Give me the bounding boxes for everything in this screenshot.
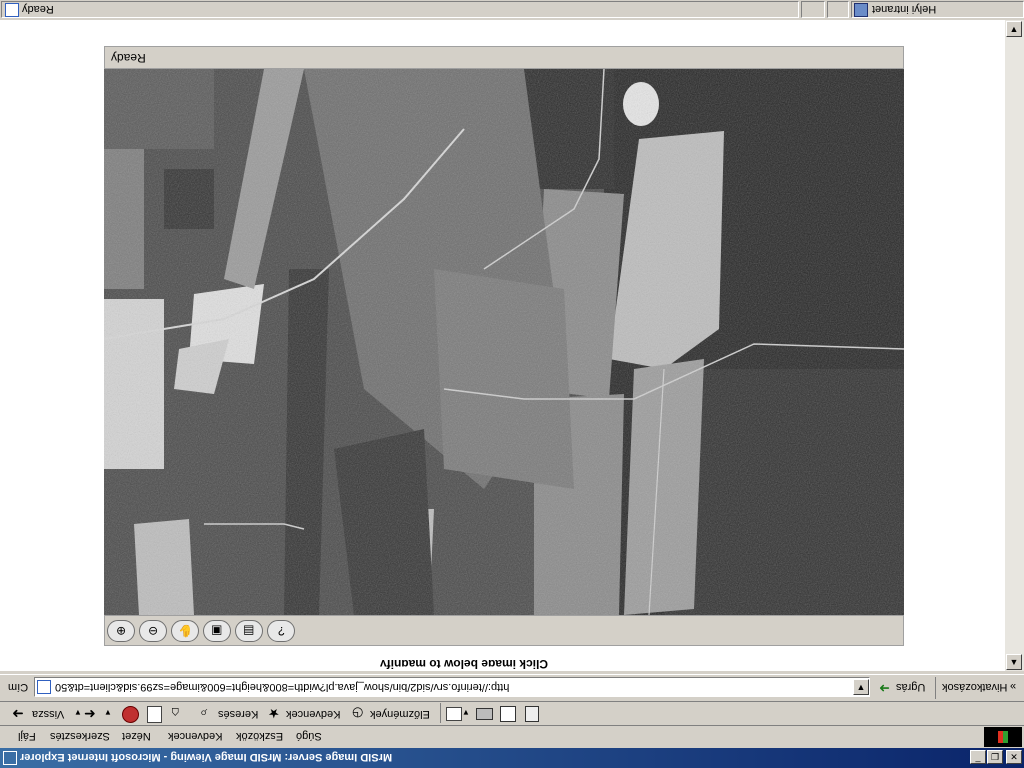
stop-button[interactable] bbox=[122, 705, 140, 723]
edit-button[interactable] bbox=[500, 705, 518, 723]
windows-flag-icon bbox=[998, 731, 1008, 743]
divider bbox=[935, 677, 936, 699]
address-input[interactable]: http://terinfo.srv/sid2/bin/show_java.pl… bbox=[34, 677, 870, 697]
page-caption-clip: Click image below to magnify bbox=[380, 660, 640, 671]
hand-icon: ✋ bbox=[177, 624, 193, 638]
window-icon: ▣ bbox=[211, 624, 223, 638]
go-label: Ugrás bbox=[896, 681, 926, 693]
ie-icon bbox=[3, 751, 17, 765]
status-text-cell: Ready bbox=[1, 1, 799, 18]
status-cell-1 bbox=[801, 1, 825, 18]
back-label: Vissza bbox=[32, 708, 65, 720]
back-button[interactable]: ➜ Vissza ▼ bbox=[10, 705, 90, 723]
zone-text: Helyi intranet bbox=[872, 3, 937, 15]
applet-status-text: Ready bbox=[111, 51, 146, 65]
history-icon: ◷ bbox=[352, 706, 364, 721]
scroll-up-button[interactable]: ▼ bbox=[1006, 654, 1022, 670]
magnifier-plus-icon: ⊕ bbox=[115, 624, 127, 638]
page-icon bbox=[5, 3, 19, 17]
address-label: Cím bbox=[8, 681, 29, 693]
zone-cell: Helyi intranet bbox=[851, 1, 1024, 18]
history-label: Előzmények bbox=[370, 708, 430, 720]
close-button[interactable]: ✕ bbox=[1006, 750, 1022, 764]
favorites-icon: ★ bbox=[268, 706, 280, 721]
title-bar[interactable]: MrSID Image Server: MrSID Image Viewing … bbox=[0, 748, 1024, 768]
forward-arrow-icon: ➜ bbox=[84, 705, 96, 721]
refresh-button[interactable] bbox=[146, 705, 164, 723]
divider bbox=[440, 703, 441, 723]
menu-favorites[interactable]: Kedvencek bbox=[168, 730, 222, 742]
menu-tools[interactable]: Eszközök bbox=[236, 730, 283, 742]
aerial-photo bbox=[104, 69, 904, 615]
refresh-icon bbox=[147, 706, 162, 723]
satellite-image[interactable] bbox=[104, 69, 904, 615]
status-text: Ready bbox=[22, 3, 54, 15]
page-caption: Click image below to magnify bbox=[380, 660, 549, 671]
mail-dropdown-icon: ▼ bbox=[462, 708, 470, 717]
mail-icon bbox=[446, 707, 462, 721]
menu-help[interactable]: Súgó bbox=[296, 730, 322, 742]
intranet-icon bbox=[854, 3, 868, 17]
question-icon: ? bbox=[277, 624, 285, 638]
zoom-in-button[interactable]: ⊕ bbox=[107, 620, 135, 642]
discuss-button[interactable] bbox=[524, 705, 542, 723]
minimize-button[interactable]: _ bbox=[970, 750, 986, 764]
favorites-button[interactable]: ★ Kedvencek bbox=[268, 705, 344, 723]
menu-file[interactable]: Fájl bbox=[18, 730, 36, 742]
favorites-label: Kedvencek bbox=[286, 708, 341, 720]
back-dropdown-icon: ▼ bbox=[74, 708, 82, 717]
address-url: http://terinfo.srv/sid2/bin/show_java.pl… bbox=[55, 681, 510, 693]
page-icon bbox=[37, 680, 51, 694]
windows-logo bbox=[984, 727, 1022, 747]
stop-icon bbox=[122, 706, 139, 723]
go-arrow-icon: ➜ bbox=[879, 681, 890, 696]
vertical-scrollbar[interactable]: ▲ ▼ bbox=[1005, 20, 1024, 671]
mail-button[interactable]: ▼ bbox=[446, 705, 472, 723]
home-button[interactable]: ⌂ bbox=[170, 705, 188, 723]
go-button[interactable]: ➜ Ugrás bbox=[876, 678, 932, 698]
forward-button[interactable]: ➜ ▼ bbox=[84, 705, 118, 723]
edit-page-icon bbox=[500, 706, 516, 722]
back-arrow-icon: ➜ bbox=[12, 706, 24, 722]
links-chevron-icon[interactable]: » bbox=[1010, 680, 1016, 692]
restore-button[interactable]: ❐ bbox=[987, 750, 1003, 764]
menu-bar bbox=[0, 726, 1024, 748]
search-icon: ⌕ bbox=[200, 706, 208, 721]
home-icon: ⌂ bbox=[171, 705, 180, 721]
window-title: MrSID Image Server: MrSID Image Viewing … bbox=[20, 751, 393, 763]
scroll-down-button[interactable]: ▲ bbox=[1006, 21, 1022, 37]
history-button[interactable]: ◷ Előzmények bbox=[352, 705, 432, 723]
viewer-toolbar: ⊕ ⊖ ✋ ▣ ▤ ? bbox=[104, 615, 904, 646]
magnifier-minus-icon: ⊖ bbox=[147, 624, 159, 638]
status-bar: Ready Helyi intranet bbox=[0, 0, 1024, 21]
help-button[interactable]: ? bbox=[267, 620, 295, 642]
links-label[interactable]: Hivatkozások bbox=[942, 681, 1007, 693]
forward-dropdown-icon: ▼ bbox=[104, 708, 112, 717]
applet-status-bar: Ready bbox=[104, 46, 904, 69]
menu-edit[interactable]: Szerkesztés bbox=[50, 730, 110, 742]
search-label: Keresés bbox=[218, 708, 259, 720]
pan-button[interactable]: ✋ bbox=[171, 620, 199, 642]
export-button[interactable]: ▤ bbox=[235, 620, 263, 642]
search-button[interactable]: ⌕ Keresés bbox=[200, 705, 262, 723]
full-view-button[interactable]: ▣ bbox=[203, 620, 231, 642]
menu-view[interactable]: Nézet bbox=[122, 730, 151, 742]
discuss-icon bbox=[525, 706, 539, 722]
address-dropdown-button[interactable]: ▲ bbox=[853, 679, 869, 695]
print-button[interactable] bbox=[476, 705, 494, 723]
printer-icon bbox=[476, 708, 493, 720]
zoom-out-button[interactable]: ⊖ bbox=[139, 620, 167, 642]
status-cell-2 bbox=[827, 1, 849, 18]
save-image-icon: ▤ bbox=[243, 624, 255, 638]
